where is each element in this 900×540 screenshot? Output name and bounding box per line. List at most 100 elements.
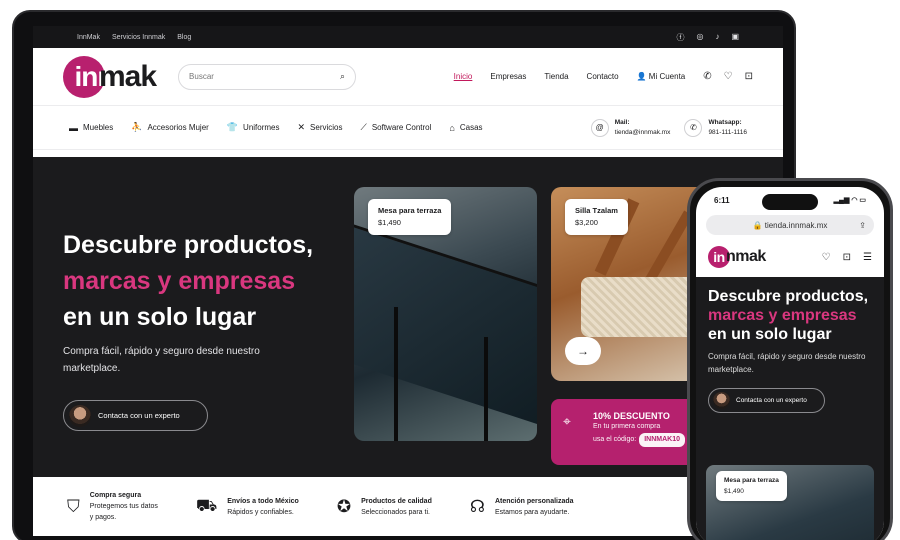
menu-icon[interactable]: ☰	[863, 252, 872, 263]
phone-header: in nmak ♡ ⊡ ☰	[696, 239, 884, 275]
feature-line: Protegemos tus datos	[89, 503, 158, 510]
price-tag: Mesa para terraza $1,490	[368, 199, 452, 235]
category-muebles[interactable]: ▬ Muebles	[69, 123, 113, 133]
feature-title: Envíos a todo México	[227, 497, 299, 505]
features-bar: ⛉ Compra segura Protegemos tus datos y pag…	[33, 477, 783, 536]
category-label: Software Control	[371, 123, 432, 132]
nav-tienda[interactable]: Tienda	[544, 72, 568, 81]
category-bar: ▬ Muebles ⛹ Accesorios Mujer 👕 Uniformes ✕ S…	[33, 106, 783, 150]
topbar-link-innmak[interactable]: InnMak	[77, 34, 100, 41]
category-label: Accesorios Mujer	[147, 123, 209, 132]
account-link[interactable]: 👤 Mi Cuenta	[637, 72, 686, 81]
shield-icon: ⛉	[67, 496, 80, 516]
heart-icon[interactable]: ♡	[724, 71, 733, 82]
feature-title: Atención personalizada	[494, 497, 574, 505]
at-icon: @	[590, 118, 609, 137]
product-card-mesa[interactable]: Mesa para terraza $1,490	[354, 187, 537, 441]
facebook-icon[interactable]: ⓕ	[676, 32, 684, 43]
tag-icon: ⌖	[563, 413, 571, 429]
search-placeholder: Buscar	[189, 72, 214, 81]
tiktok-icon[interactable]: ♪	[715, 32, 719, 43]
table-image	[354, 218, 537, 436]
product-name: Mesa para terraza	[724, 477, 779, 484]
phone-hero-line-1: Descubre productos,	[708, 288, 869, 305]
brand-logo[interactable]: in nmak	[708, 246, 766, 268]
feature-atencion: ☊ Atención personalizada Estamos para ayu…	[470, 496, 574, 518]
product-price: $3,200	[575, 218, 598, 227]
category-label: Casas	[459, 123, 483, 132]
laptop-frame: InnMak Servicios Innmak Blog ⓕ ◎ ♪ ▣ inn…	[12, 10, 796, 540]
feature-envios: ⛟ Envíos a todo México Rápidos y confiabl…	[196, 496, 299, 518]
truck-icon: ⛟	[195, 495, 218, 515]
brand-logo[interactable]: inn mak	[63, 55, 157, 98]
hero-line-2: marcas y empresas	[63, 267, 296, 295]
promo-line-2: usa el código:	[593, 436, 637, 443]
shirt-icon: 👕	[226, 122, 239, 132]
whatsapp-contact[interactable]: ✆ Whatsapp: 981-111-1116	[684, 118, 747, 138]
whatsapp-icon[interactable]: ✆	[703, 71, 711, 82]
avatar	[69, 404, 91, 427]
phone-frame: 6:11 ▂▄▆ ◠ ▭ 🔒 tienda.innmak.mx ⇪ in nmak…	[687, 178, 893, 540]
search-input[interactable]: Buscar ⌕	[178, 63, 357, 90]
cart-icon[interactable]: ⊡	[745, 71, 753, 82]
search-icon[interactable]: ⌕	[340, 71, 345, 82]
category-casas[interactable]: ⌂ Casas	[449, 123, 482, 133]
feature-compra-segura: ⛉ Compra segura Protegemos tus datos y pag…	[67, 490, 158, 523]
promo-code: INNMAK10	[639, 433, 685, 447]
phone-hero-line-3: en un solo lugar	[708, 326, 832, 343]
table-leg	[394, 307, 398, 441]
price-tag: Silla Tzalam $3,200	[565, 199, 628, 235]
house-icon: ⌂	[449, 122, 455, 133]
category-label: Servicios	[310, 123, 343, 132]
product-price: $1,490	[724, 488, 744, 495]
person-icon: ⛹	[131, 122, 143, 132]
mail-label: Mail:	[614, 118, 630, 126]
cart-icon[interactable]: ⊡	[843, 252, 851, 263]
headset-icon: ☊	[469, 496, 485, 516]
main-header: inn mak Buscar ⌕ Inicio Empresas Tienda …	[33, 48, 783, 106]
contact-info: @ Mail: tienda@innmak.mx ✆ Whatsapp: 981-1…	[590, 118, 747, 138]
phone-contact-expert-button[interactable]: Contacta con un experto	[708, 388, 825, 413]
arrow-right-icon[interactable]: →	[565, 337, 601, 365]
category-accesorios[interactable]: ⛹ Accesorios Mujer	[131, 122, 209, 133]
category-servicios[interactable]: ✕ Servicios	[298, 122, 343, 133]
avatar	[713, 392, 730, 409]
phone-url: tienda.innmak.mx	[764, 220, 828, 230]
feature-line: Seleccionados para ti.	[361, 508, 430, 516]
main-nav: Inicio Empresas Tienda Contacto 👤 Mi Cue…	[454, 71, 753, 82]
product-price: $1,490	[378, 218, 401, 227]
phone-url-bar[interactable]: 🔒 tienda.innmak.mx ⇪	[706, 215, 874, 235]
heart-icon[interactable]: ♡	[822, 252, 831, 263]
mail-contact[interactable]: @ Mail: tienda@innmak.mx	[590, 118, 670, 138]
feature-calidad: ✪ Productos de calidad Seleccionados para…	[337, 496, 432, 518]
topbar-link-blog[interactable]: Blog	[177, 34, 191, 41]
category-label: Uniformes	[243, 123, 280, 132]
product-name: Mesa para terraza	[378, 206, 442, 215]
signal-icon: ▂▄▆ ◠ ▭	[833, 197, 866, 204]
phone-hero-subtitle: Compra fácil, rápido y seguro desde nues…	[708, 352, 866, 374]
tools-icon: ✕	[297, 122, 306, 132]
feature-title: Productos de calidad	[361, 497, 432, 505]
feature-line: Estamos para ayudarte.	[494, 508, 570, 516]
feature-title: Compra segura	[89, 492, 142, 499]
phone-product-card[interactable]: Mesa para terraza $1,490	[706, 465, 874, 540]
feature-line: y pagos.	[89, 514, 117, 521]
award-icon: ✪	[336, 496, 352, 516]
account-label: Mi Cuenta	[648, 72, 686, 81]
share-icon[interactable]: ⇪	[859, 221, 866, 230]
category-software[interactable]: ⟋ Software Control	[361, 122, 432, 133]
contact-expert-button[interactable]: Contacta con un experto	[63, 400, 208, 431]
whatsapp-icon: ✆	[684, 118, 703, 137]
nav-empresas[interactable]: Empresas	[490, 72, 526, 81]
chart-icon: ⟋	[360, 122, 367, 132]
category-uniformes[interactable]: 👕 Uniformes	[227, 122, 280, 133]
linkedin-icon[interactable]: ▣	[731, 32, 739, 43]
instagram-icon[interactable]: ◎	[696, 32, 703, 43]
table-leg	[484, 337, 488, 441]
nav-inicio[interactable]: Inicio	[454, 72, 473, 81]
hero-line-3: en un solo lugar	[63, 303, 257, 331]
nav-contacto[interactable]: Contacto	[587, 72, 619, 81]
price-tag: Mesa para terraza $1,490	[716, 471, 787, 501]
topbar-link-servicios[interactable]: Servicios Innmak	[112, 34, 165, 41]
cta-label: Contacta con un experto	[98, 411, 180, 420]
